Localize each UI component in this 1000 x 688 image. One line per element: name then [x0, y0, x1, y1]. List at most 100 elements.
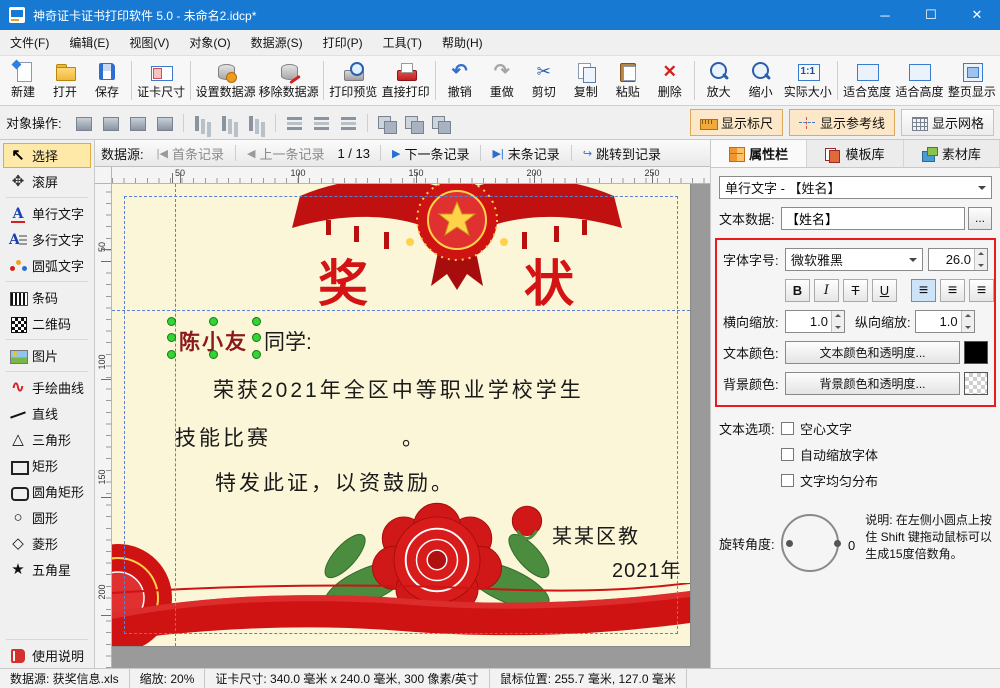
same-height-icon[interactable] — [400, 111, 426, 135]
align-right-icon[interactable] — [243, 111, 269, 135]
bold-button[interactable]: B — [785, 279, 810, 302]
selection-handle-sw[interactable] — [167, 350, 176, 359]
print-preview-button[interactable]: 打印预览 — [327, 57, 379, 104]
align-bottom-icon[interactable] — [335, 111, 361, 135]
minimize-button[interactable]: ─ — [862, 0, 908, 30]
show-guides-toggle[interactable]: 显示参考线 — [789, 109, 895, 136]
tool-arc-text[interactable]: 圆弧文字 — [3, 253, 91, 278]
text-data-more-button[interactable]: ... — [968, 207, 992, 230]
show-ruler-toggle[interactable]: 显示标尺 — [690, 109, 783, 136]
body-line-3[interactable]: 特发此证，以资鼓励。 — [215, 467, 455, 497]
tool-barcode[interactable]: 条码 — [3, 285, 91, 310]
same-width-icon[interactable] — [373, 111, 399, 135]
menu-object[interactable]: 对象(O) — [179, 30, 240, 55]
zoom-out-button[interactable]: −缩小 — [740, 57, 782, 104]
layer-up-icon[interactable] — [124, 111, 150, 135]
menu-datasource[interactable]: 数据源(S) — [241, 30, 313, 55]
first-record-button[interactable]: |◀首条记录 — [150, 141, 231, 166]
tool-multi-line-text[interactable]: A多行文字 — [3, 227, 91, 252]
font-family-dropdown[interactable]: 微软雅黑 — [785, 248, 923, 271]
auto-shrink-font-checkbox[interactable]: 自动缩放字体 — [781, 445, 878, 464]
previous-record-button[interactable]: ◀上一条记录 — [240, 141, 331, 166]
tool-single-line-text[interactable]: A单行文字 — [3, 201, 91, 226]
signature-org-text[interactable]: 某某区教 — [552, 520, 640, 549]
cut-button[interactable]: ✂剪切 — [523, 57, 565, 104]
redo-button[interactable]: ↷重做 — [481, 57, 523, 104]
v-scale-stepper[interactable]: 1.0 — [915, 310, 975, 333]
menu-print[interactable]: 打印(P) — [313, 30, 373, 55]
stepper-arrows[interactable] — [831, 311, 844, 332]
group-objects-icon[interactable] — [427, 111, 453, 135]
body-line-2-period[interactable]: 。 — [402, 422, 423, 452]
remove-datasource-button[interactable]: 移除数据源 — [257, 57, 320, 104]
rotation-dial[interactable] — [781, 514, 839, 572]
tool-freehand-curve[interactable]: ∿手绘曲线 — [3, 375, 91, 400]
tool-qrcode[interactable]: 二维码 — [3, 311, 91, 336]
align-center-horizontal-icon[interactable] — [216, 111, 242, 135]
selection-handle-ne[interactable] — [252, 317, 261, 326]
text-color-swatch[interactable] — [964, 341, 988, 364]
fit-height-button[interactable]: ↕适合高度 — [893, 57, 945, 104]
tool-triangle[interactable]: △三角形 — [3, 427, 91, 452]
bg-color-button[interactable]: 背景颜色和透明度... — [785, 372, 960, 395]
delete-button[interactable]: ✕删除 — [649, 57, 691, 104]
signature-year-text[interactable]: 2021年 — [612, 554, 682, 583]
fit-width-button[interactable]: ↔适合宽度 — [841, 57, 893, 104]
tab-materials[interactable]: 素材库 — [904, 140, 1000, 167]
tool-diamond[interactable]: ◇菱形 — [3, 531, 91, 556]
selection-handle-w[interactable] — [167, 333, 176, 342]
certificate-canvas[interactable]: 奖 状 陈小友 同学: 荣获2021年全区中等职业学校学生 技能比赛 。 特发此… — [112, 184, 690, 646]
underline-button[interactable]: U — [872, 279, 897, 302]
tab-templates[interactable]: 模板库 — [807, 140, 903, 167]
fit-page-button[interactable]: 整页显示 — [946, 57, 998, 104]
layer-back-icon[interactable] — [97, 111, 123, 135]
last-record-button[interactable]: ▶|末条记录 — [485, 141, 566, 166]
stepper-up-icon[interactable] — [832, 311, 844, 322]
new-button[interactable]: 新建 — [2, 57, 44, 104]
open-button[interactable]: 打开 — [44, 57, 86, 104]
paste-button[interactable]: 粘贴 — [607, 57, 649, 104]
align-left-button[interactable]: ≡ — [911, 279, 936, 302]
stepper-down-icon[interactable] — [832, 322, 844, 333]
font-size-stepper[interactable]: 26.0 — [928, 248, 988, 271]
close-button[interactable]: ✕ — [954, 0, 1000, 30]
tool-pan[interactable]: ✥滚屏 — [3, 169, 91, 194]
stepper-up-icon[interactable] — [962, 311, 974, 322]
name-suffix-text[interactable]: 同学: — [264, 326, 312, 356]
body-line-2[interactable]: 技能比赛 — [175, 422, 271, 452]
menu-view[interactable]: 视图(V) — [119, 30, 179, 55]
hollow-text-checkbox[interactable]: 空心文字 — [781, 419, 878, 438]
stepper-down-icon[interactable] — [962, 322, 974, 333]
save-button[interactable]: 保存 — [86, 57, 128, 104]
show-grid-toggle[interactable]: 显示网格 — [901, 109, 994, 136]
strikethrough-button[interactable]: T — [843, 279, 868, 302]
vertical-ruler[interactable]: 50 100 150 200 — [95, 184, 112, 668]
align-top-icon[interactable] — [281, 111, 307, 135]
tool-rounded-rectangle[interactable]: 圆角矩形 — [3, 479, 91, 504]
maximize-button[interactable]: ☐ — [908, 0, 954, 30]
selection-handle-se[interactable] — [252, 350, 261, 359]
tab-properties[interactable]: 属性栏 — [711, 140, 807, 167]
stepper-arrows[interactable] — [961, 311, 974, 332]
bg-color-swatch[interactable] — [964, 372, 988, 395]
menu-tools[interactable]: 工具(T) — [373, 30, 432, 55]
selection-handle-e[interactable] — [252, 333, 261, 342]
undo-button[interactable]: ↶撤销 — [439, 57, 481, 104]
menu-edit[interactable]: 编辑(E) — [59, 30, 119, 55]
next-record-button[interactable]: ▶下一条记录 — [385, 141, 476, 166]
help-manual-button[interactable]: 使用说明 — [3, 643, 91, 668]
actual-size-button[interactable]: 1:1实际大小 — [782, 57, 834, 104]
set-datasource-button[interactable]: 设置数据源 — [194, 57, 257, 104]
tool-circle[interactable]: ○圆形 — [3, 505, 91, 530]
tool-select[interactable]: ↖选择 — [3, 143, 91, 168]
vertical-guide[interactable] — [175, 184, 176, 646]
layer-front-icon[interactable] — [70, 111, 96, 135]
jump-to-record-button[interactable]: ↪跳转到记录 — [576, 141, 668, 166]
align-left-icon[interactable] — [189, 111, 215, 135]
menu-file[interactable]: 文件(F) — [0, 30, 59, 55]
align-center-button[interactable]: ≡ — [940, 279, 965, 302]
align-right-button[interactable]: ≡ — [969, 279, 994, 302]
justify-text-checkbox[interactable]: 文字均匀分布 — [781, 471, 878, 490]
tool-star[interactable]: ★五角星 — [3, 557, 91, 582]
stepper-up-icon[interactable] — [975, 249, 987, 260]
